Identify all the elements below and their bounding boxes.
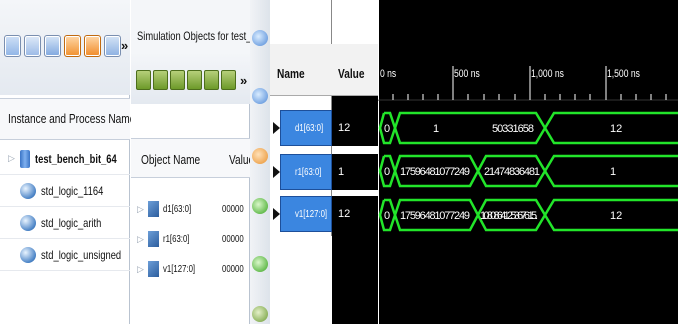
segment-label: 0 [384, 123, 390, 135]
package-icon [20, 182, 36, 199]
expand-arrow-icon[interactable]: ▷ [137, 204, 144, 215]
objects-tool-3[interactable] [170, 70, 185, 90]
segment-label: 0 [384, 210, 390, 222]
objects-tool-4[interactable] [187, 70, 202, 90]
segment-label: 17596481077249 [400, 210, 470, 222]
value-column-header[interactable]: Value [332, 44, 378, 96]
waveform-window: Name d1[63:0] r1[63:0] v1[127:0] Value 1… [270, 0, 678, 324]
tree-item-std-logic-1164[interactable]: std_logic_1164 [0, 175, 130, 207]
segment-label: 1 [610, 166, 616, 178]
package-icon [20, 246, 36, 263]
collapse-arrow-icon[interactable]: ▷ [8, 153, 15, 164]
bus-icon [147, 261, 159, 277]
objects-tool-5[interactable] [204, 70, 219, 90]
segment-label: 17596481077249 [400, 166, 470, 178]
objects-tool-2[interactable] [153, 70, 168, 90]
package-icon [20, 214, 36, 231]
toolbar-button-1[interactable] [4, 35, 21, 57]
object-row-v1[interactable]: ▷ v1[127:0] 00000 [131, 254, 250, 284]
objects-tool-1[interactable] [136, 70, 151, 90]
instance-toolbar: » [0, 0, 130, 95]
objects-panel-title: Simulation Objects for test_ben... [131, 0, 275, 52]
time-tick-label: 0 ns [380, 68, 397, 80]
go-to-end-icon[interactable] [252, 256, 268, 272]
segment-label: 10808641253676 15... [480, 210, 538, 222]
tree-item-std-logic-arith[interactable]: std_logic_arith [0, 207, 130, 239]
signal-value-column: Value 12 1 12 [332, 0, 378, 324]
instance-panel: » Instance and Process Name ▷ test_bench… [0, 0, 135, 324]
tree-item-test-bench[interactable]: ▷ test_bench_bit_64 [0, 143, 130, 175]
object-row-d1[interactable]: ▷ d1[63:0] 00000 [131, 194, 250, 224]
segment-label: 50331658 [492, 123, 534, 135]
zoom-fit-icon[interactable] [252, 148, 268, 164]
signal-value-v1: 12 [332, 196, 378, 232]
module-icon [19, 149, 30, 168]
expand-arrow-icon[interactable] [273, 122, 280, 134]
toolbar-button-6[interactable] [104, 35, 121, 57]
object-row-r1[interactable]: ▷ r1[63:0] 00000 [131, 224, 250, 254]
instance-column-header[interactable]: Instance and Process Name [0, 98, 135, 140]
signal-value-d1: 12 [332, 110, 378, 146]
objects-column-header: Object Name Value [131, 138, 254, 178]
signal-name-v1[interactable]: v1[127:0] [280, 196, 332, 232]
segment-label: 12 [610, 123, 622, 135]
toolbar-button-5[interactable] [84, 35, 101, 57]
signal-name-d1[interactable]: d1[63:0] [280, 110, 332, 146]
expand-arrow-icon[interactable]: ▷ [137, 264, 144, 275]
bus-icon [147, 201, 159, 217]
expand-arrow-icon[interactable]: ▷ [137, 234, 144, 245]
column-object-name[interactable]: Object Name [141, 152, 200, 167]
segment-label: 1 [433, 123, 439, 135]
add-marker-icon[interactable] [252, 306, 268, 322]
expand-arrow-icon[interactable] [273, 166, 280, 178]
go-to-start-icon[interactable] [252, 198, 268, 214]
time-tick-label: 1,500 ns [607, 68, 640, 80]
signal-name-r1[interactable]: r1[63:0] [280, 154, 332, 190]
time-tick-label: 1,000 ns [531, 68, 564, 80]
zoom-out-icon[interactable] [252, 88, 268, 104]
toolbar-button-4[interactable] [64, 35, 81, 57]
toolbar-overflow-chevron[interactable]: » [121, 38, 128, 53]
objects-toolbar: » [131, 52, 250, 104]
signal-name-column: Name d1[63:0] r1[63:0] v1[127:0] [270, 0, 332, 324]
expand-arrow-icon[interactable] [273, 208, 280, 220]
segment-label: 0 [384, 166, 390, 178]
waveform-plot[interactable]: 0 1 50331658 12 0 17596481077249 2147483… [378, 0, 678, 324]
time-tick-label: 500 ns [454, 68, 480, 80]
wave-side-toolbar [250, 0, 270, 324]
signal-value-r1: 1 [332, 154, 378, 190]
toolbar-button-3[interactable] [44, 35, 61, 57]
segment-label: 21474836481 [484, 166, 540, 178]
objects-panel: Simulation Objects for test_ben... » Obj… [131, 0, 275, 324]
instance-tree: ▷ test_bench_bit_64 std_logic_1164 std_l… [0, 143, 130, 271]
objects-tool-6[interactable] [221, 70, 236, 90]
bus-icon [147, 231, 159, 247]
zoom-in-icon[interactable] [252, 30, 268, 46]
segment-label: 12 [610, 210, 622, 222]
waveform-svg: 0 1 50331658 12 0 17596481077249 2147483… [378, 0, 678, 324]
tree-item-std-logic-unsigned[interactable]: std_logic_unsigned [0, 239, 130, 271]
objects-toolbar-overflow[interactable]: » [240, 73, 247, 88]
name-column-header[interactable]: Name [270, 44, 332, 96]
toolbar-button-2[interactable] [24, 35, 41, 57]
